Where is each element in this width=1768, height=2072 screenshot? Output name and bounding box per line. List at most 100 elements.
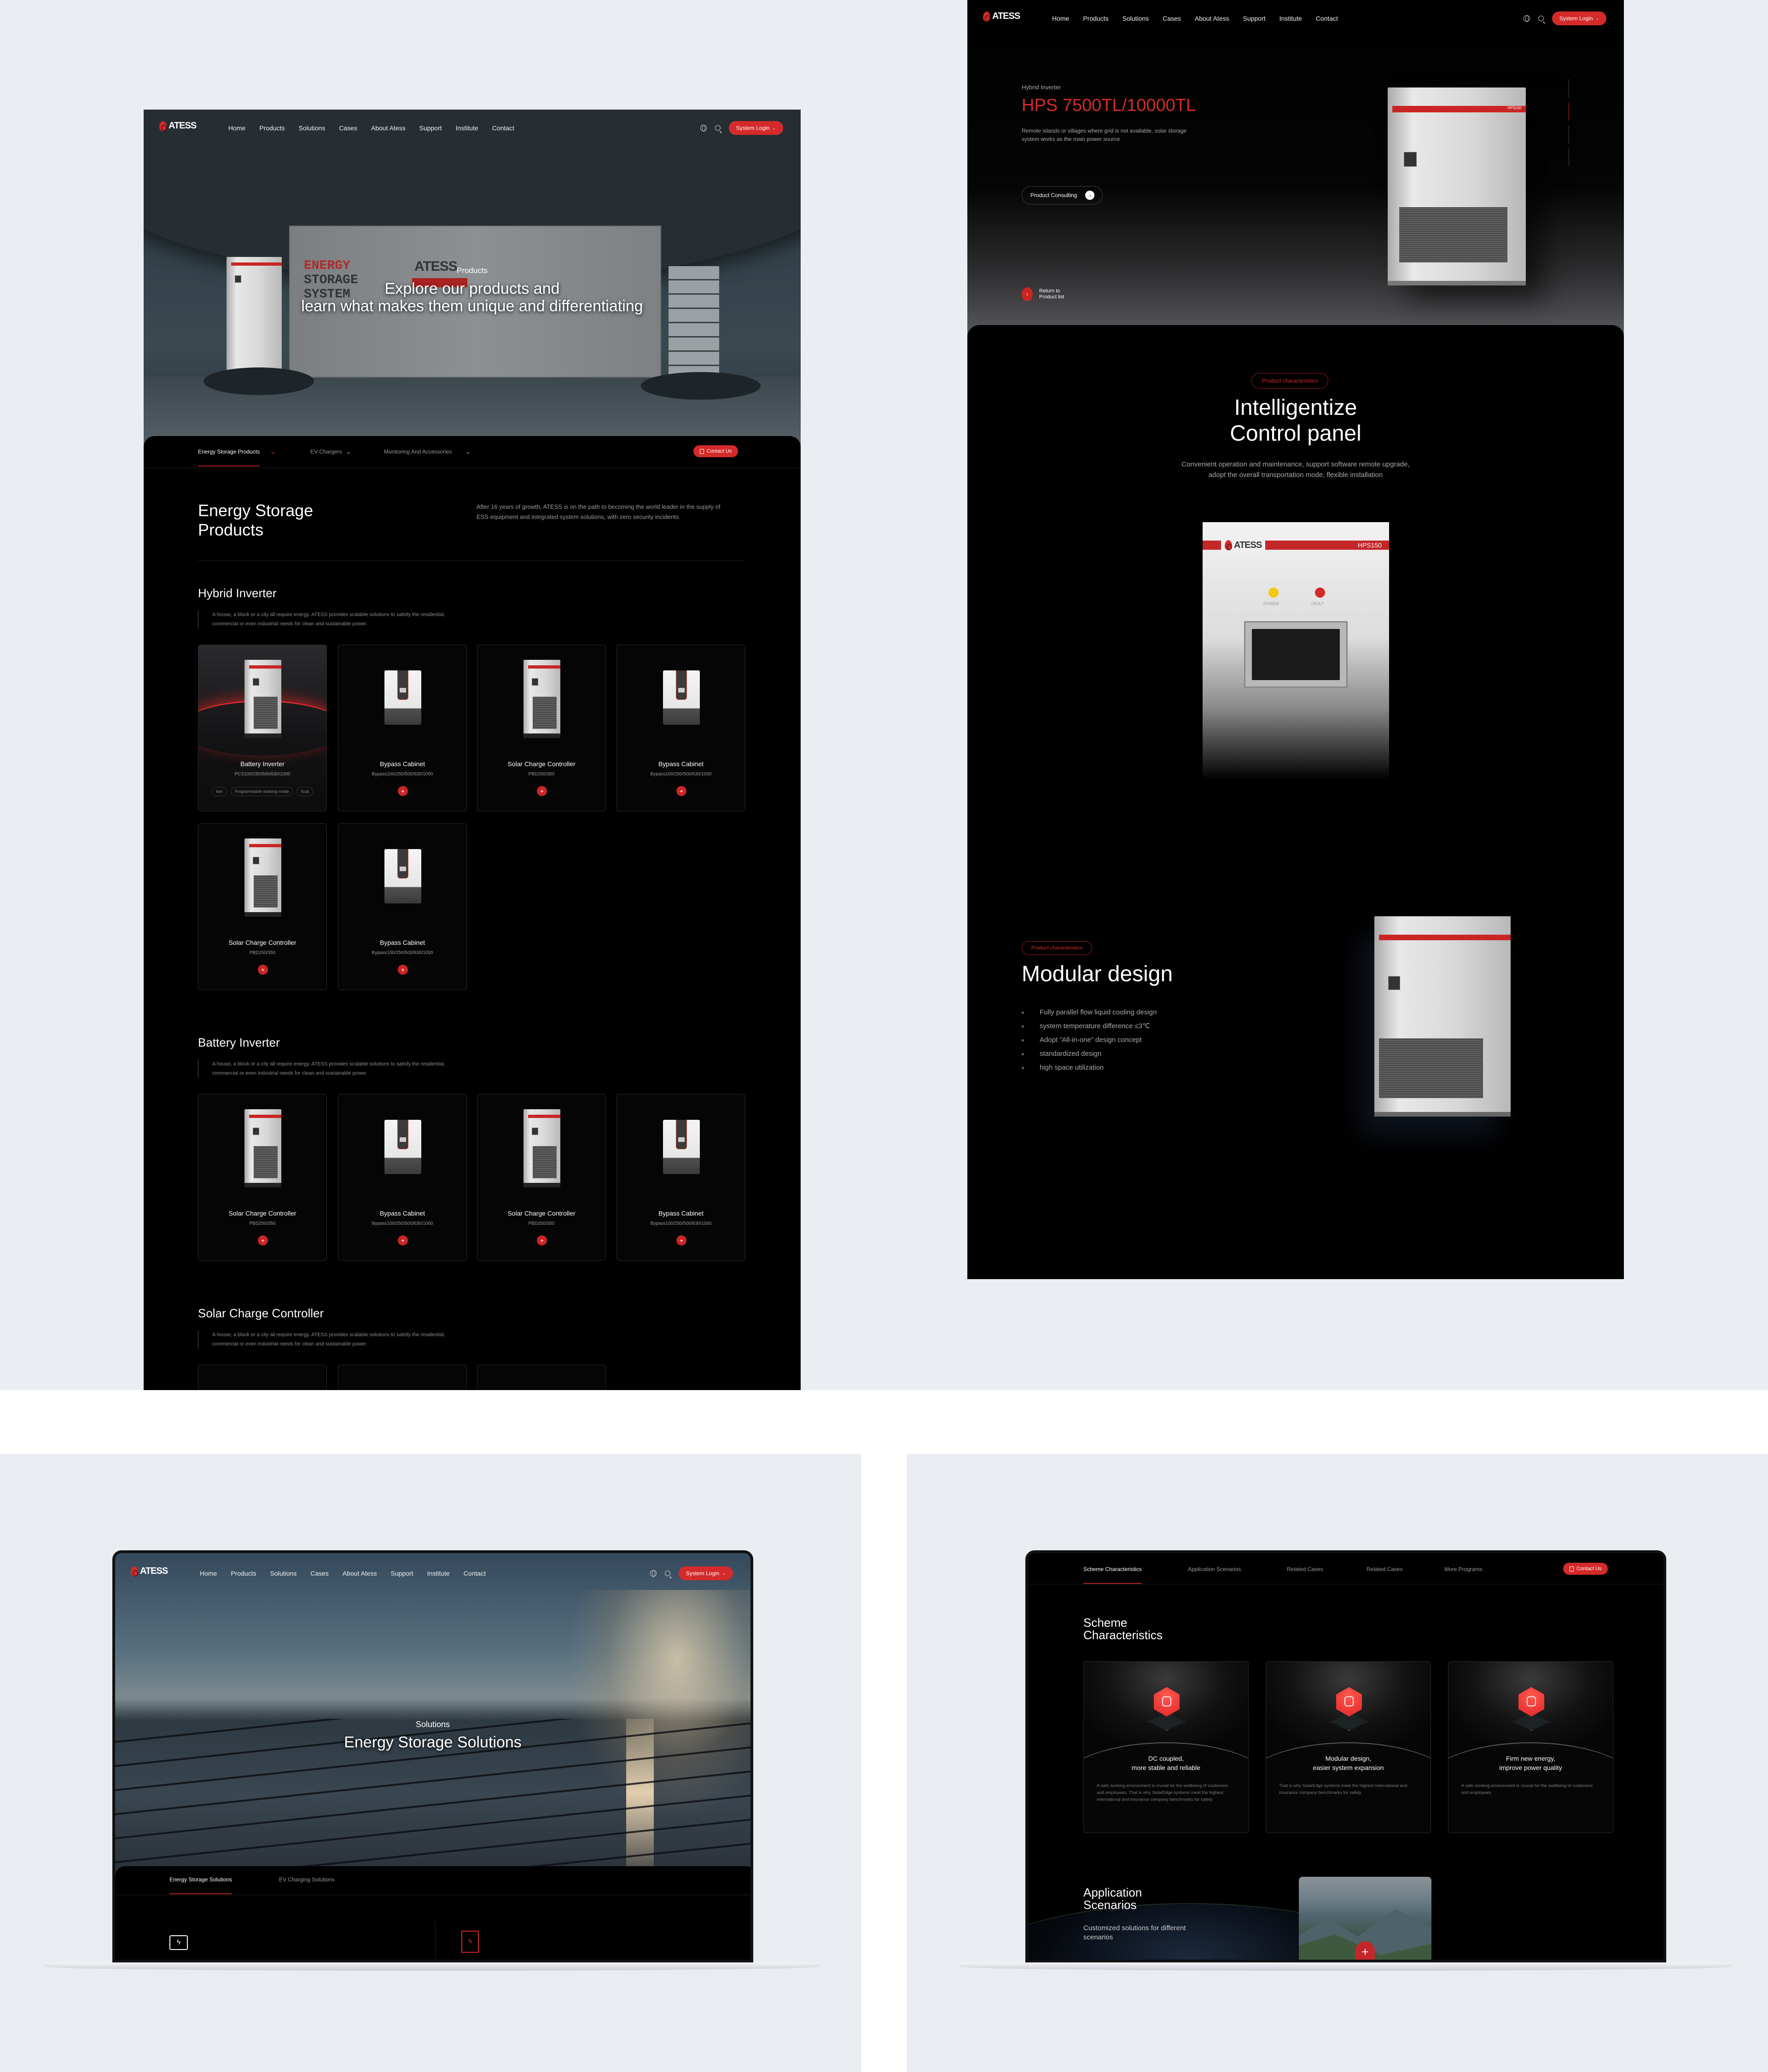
contact-us-button[interactable]: Contact Us xyxy=(693,445,739,457)
view-details-button[interactable]: + xyxy=(537,786,547,796)
tab-related-cases[interactable]: Related Cases xyxy=(1287,1566,1323,1572)
nav-item-contact[interactable]: Contact xyxy=(464,1570,486,1577)
nav-item-about-atess[interactable]: About Atess xyxy=(343,1570,377,1577)
feature-bullets: Fully parallel flow liquid cooling desig… xyxy=(1022,1006,1157,1075)
screen-display xyxy=(1252,629,1340,680)
scheme-card: Modular design, easier system expansion Th… xyxy=(1266,1661,1431,1833)
feature-tag[interactable]: tion xyxy=(212,787,227,796)
cabinet-image xyxy=(523,660,560,738)
globe-icon[interactable] xyxy=(1523,15,1530,22)
view-details-button[interactable]: + xyxy=(676,1235,686,1246)
product-card[interactable]: Solar Charge Controller PBD250/350 + xyxy=(198,1094,327,1261)
view-details-button[interactable]: + xyxy=(258,965,268,975)
product-card[interactable]: Bypass Cabinet Bypass100/250/500/630/1000… xyxy=(616,1094,745,1261)
cabinet-image xyxy=(244,1109,281,1187)
view-details-button[interactable]: + xyxy=(537,1235,547,1246)
nav-item-cases[interactable]: Cases xyxy=(310,1570,329,1577)
view-details-button[interactable]: + xyxy=(676,786,686,796)
nav-item-home[interactable]: Home xyxy=(200,1570,217,1577)
product-card[interactable] xyxy=(338,1365,467,1390)
bullet-dot xyxy=(1022,1066,1024,1069)
product-card[interactable]: Solar Charge Controller PBD250/350 + xyxy=(477,645,606,811)
tab-application-scenarios[interactable]: Application Scenarios xyxy=(1188,1566,1241,1572)
product-card[interactable]: Battery Inverter PCS100/250/500/630/1000 t… xyxy=(198,645,327,811)
base xyxy=(244,1183,281,1187)
tab-ev-chargers[interactable]: EV Chargers xyxy=(310,448,342,455)
view-details-button[interactable]: + xyxy=(258,1235,268,1246)
product-title: HPS 7500TL/10000TL xyxy=(1022,96,1196,115)
lcd xyxy=(400,867,406,871)
nav-item-cases[interactable]: Cases xyxy=(339,124,357,132)
screen xyxy=(532,678,538,686)
nav-item-contact[interactable]: Contact xyxy=(492,124,514,132)
product-consulting-button[interactable]: Product Consulting → xyxy=(1022,186,1103,204)
search-icon[interactable] xyxy=(715,125,721,131)
vent xyxy=(533,697,557,729)
tab-energy-storage-products[interactable]: Energy Storage Products xyxy=(198,448,260,466)
nav-item-support[interactable]: Support xyxy=(391,1570,413,1577)
card-title: Solar Charge Controller xyxy=(228,939,297,946)
view-details-button[interactable]: + xyxy=(398,1235,408,1246)
nav-item-support[interactable]: Support xyxy=(419,124,442,132)
pedestal xyxy=(641,372,761,400)
nav-item-support[interactable]: Support xyxy=(1243,15,1266,22)
search-icon[interactable] xyxy=(1538,16,1544,21)
nav-item-solutions[interactable]: Solutions xyxy=(270,1570,297,1577)
nav-item-products[interactable]: Products xyxy=(259,124,285,132)
nav-item-solutions[interactable]: Solutions xyxy=(1122,15,1149,22)
system-login-button[interactable]: System Login ⌄ xyxy=(728,121,783,135)
globe-icon[interactable] xyxy=(700,125,707,132)
chevron-down-icon: ⌄ xyxy=(1595,16,1599,21)
nav-item-about-atess[interactable]: About Atess xyxy=(1195,15,1229,22)
product-card[interactable] xyxy=(477,1365,606,1390)
product-card[interactable]: Bypass Cabinet Bypass100/250/500/630/1000… xyxy=(338,1094,467,1261)
product-card[interactable]: Solar Charge Controller PBD250/350 + xyxy=(477,1094,606,1261)
nav-item-institute[interactable]: Institute xyxy=(427,1570,450,1577)
globe-icon[interactable] xyxy=(650,1570,657,1577)
contact-us-button[interactable]: Contact Us xyxy=(1563,1563,1608,1575)
nav-item-home[interactable]: Home xyxy=(228,124,245,132)
logo[interactable]: ATESS xyxy=(131,1566,168,1577)
view-details-button[interactable]: + xyxy=(398,965,408,975)
tab-more-programs[interactable]: More Programs xyxy=(1444,1566,1483,1572)
tab-related-cases[interactable]: Related Cases xyxy=(1367,1566,1403,1572)
system-login-button[interactable]: System Login ⌄ xyxy=(1552,12,1606,25)
scenario-card[interactable]: + xyxy=(1299,1877,1431,1960)
nav-item-contact[interactable]: Contact xyxy=(1316,15,1338,22)
view-details-button[interactable]: + xyxy=(398,786,408,796)
front-panel xyxy=(397,670,408,700)
tab-monitoring-and-accessories[interactable]: Monitoring And Accessories xyxy=(384,448,452,455)
card-title-line: Modular design, xyxy=(1325,1755,1372,1762)
return-to-list-link[interactable]: ‹ Return to Product list xyxy=(1022,287,1064,301)
feature-tag[interactable]: Programmable working mode xyxy=(230,787,293,796)
product-card[interactable]: Bypass Cabinet Bypass100/250/500/630/1000… xyxy=(616,645,745,811)
page-heading-line: Energy Storage xyxy=(198,501,314,520)
product-card[interactable] xyxy=(198,1365,327,1390)
product-card[interactable]: Solar Charge Controller PBD250/350 + xyxy=(198,823,327,990)
modular-cabinet-image xyxy=(1374,916,1511,1117)
column-divider xyxy=(435,1921,436,1960)
tab-energy-storage-solutions[interactable]: Energy Storage Solutions xyxy=(169,1876,233,1894)
nav-item-products[interactable]: Products xyxy=(1083,15,1108,22)
logo[interactable]: ATESS xyxy=(983,11,1020,22)
screen xyxy=(253,1128,259,1135)
system-login-button[interactable]: System Login ⌄ xyxy=(678,1566,733,1580)
logo[interactable]: ATESS xyxy=(159,121,197,131)
expand-plus-button[interactable]: + xyxy=(1355,1941,1375,1960)
product-card[interactable]: Bypass Cabinet Bypass100/250/500/630/1000… xyxy=(338,823,467,990)
nav-item-institute[interactable]: Institute xyxy=(1279,15,1302,22)
solar-hero-image xyxy=(115,1553,750,1875)
search-icon[interactable] xyxy=(664,1571,670,1576)
nav-item-cases[interactable]: Cases xyxy=(1163,15,1181,22)
feature-tag[interactable]: Scal xyxy=(297,787,313,796)
nav-item-home[interactable]: Home xyxy=(1052,15,1069,22)
product-card[interactable]: Bypass Cabinet Bypass100/250/500/630/1000… xyxy=(338,645,467,811)
card-model: Bypass100/250/500/630/1000 xyxy=(650,772,712,777)
nav-item-about-atess[interactable]: About Atess xyxy=(371,124,406,132)
nav-item-solutions[interactable]: Solutions xyxy=(299,124,326,132)
nav-item-products[interactable]: Products xyxy=(231,1570,256,1577)
tab-ev-charging-solutions[interactable]: EV Charging Solutions xyxy=(279,1876,335,1883)
card-desc: A safe working environment is crucial fo… xyxy=(1097,1783,1228,1802)
nav-item-institute[interactable]: Institute xyxy=(456,124,478,132)
tab-scheme-characteristics[interactable]: Scheme Characteristics xyxy=(1083,1566,1142,1584)
